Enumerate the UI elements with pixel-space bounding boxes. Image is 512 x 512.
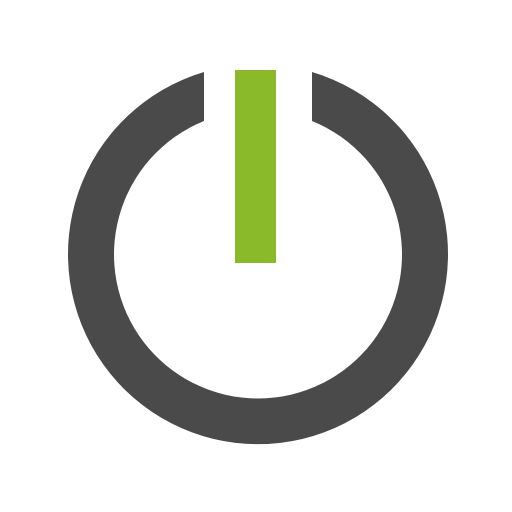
power-icon: [67, 70, 449, 445]
power-icon-canvas: [0, 0, 512, 512]
power-bar: [235, 70, 276, 263]
